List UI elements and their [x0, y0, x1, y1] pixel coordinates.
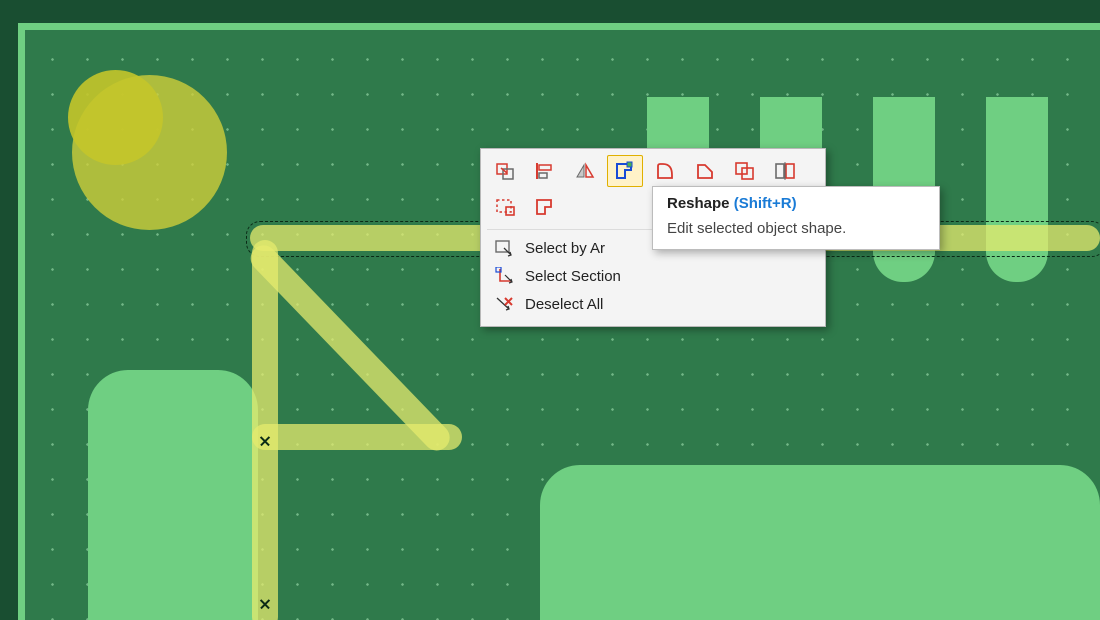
select-section-icon: [493, 266, 515, 286]
tooltip: Reshape (Shift+R) Edit selected object s…: [652, 186, 940, 250]
copper-pad[interactable]: [88, 370, 258, 620]
deselect-all-icon: [493, 294, 515, 314]
arc-button[interactable]: [647, 155, 683, 187]
copper-pad[interactable]: [540, 465, 1100, 620]
select-by-area-icon: [493, 238, 515, 258]
flip-icon: [574, 161, 596, 181]
tooltip-title: Reshape: [667, 195, 730, 212]
trace-segment[interactable]: [252, 424, 462, 450]
shape-outline-button[interactable]: [527, 191, 563, 223]
flip-button[interactable]: [567, 155, 603, 187]
copper-pad[interactable]: [986, 97, 1048, 282]
via-pad-core: [68, 70, 163, 165]
copy-shape-icon: [734, 161, 756, 181]
pcb-editor-canvas-area: Select by Ar Select Section Deselect All: [0, 0, 1100, 620]
mirror-button[interactable]: [767, 155, 803, 187]
select-similar-button[interactable]: [487, 191, 523, 223]
tooltip-shortcut: (Shift+R): [734, 195, 797, 212]
menu-item-select-section[interactable]: Select Section: [487, 262, 819, 290]
move-button[interactable]: [487, 155, 523, 187]
chamfer-button[interactable]: [687, 155, 723, 187]
tooltip-header: Reshape (Shift+R): [667, 195, 925, 212]
copy-shape-button[interactable]: [727, 155, 763, 187]
reshape-button[interactable]: [607, 155, 643, 187]
align-left-icon: [534, 161, 556, 181]
move-icon: [494, 161, 516, 181]
reshape-icon: [614, 161, 636, 181]
menu-item-label: Select Section: [525, 268, 813, 285]
mirror-icon: [774, 161, 796, 181]
align-button[interactable]: [527, 155, 563, 187]
menu-item-label: Deselect All: [525, 296, 813, 313]
arc-icon: [654, 161, 676, 181]
shape-outline-icon: [534, 197, 556, 217]
chamfer-icon: [694, 161, 716, 181]
menu-item-deselect-all[interactable]: Deselect All: [487, 290, 819, 318]
select-similar-icon: [494, 197, 516, 217]
tooltip-body: Edit selected object shape.: [667, 220, 925, 237]
